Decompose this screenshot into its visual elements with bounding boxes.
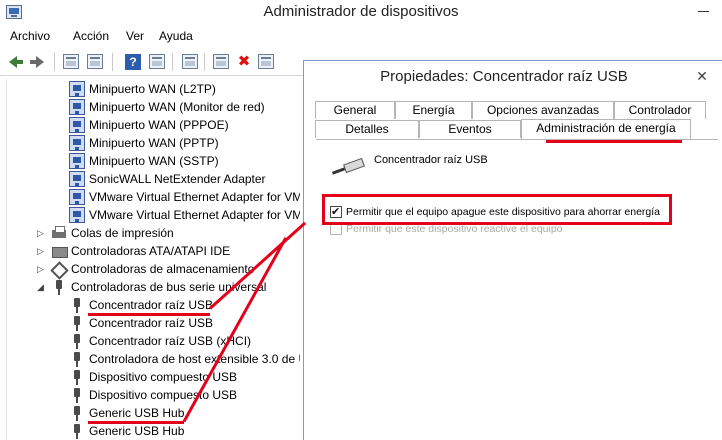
title-bar: Administrador de dispositivos xyxy=(0,0,722,26)
menu-archivo[interactable]: Archivo xyxy=(10,29,50,43)
tab-administracion-energia[interactable]: Administración de energía xyxy=(521,119,691,139)
tree-item[interactable]: Controladora de host extensible 3.0 de U xyxy=(69,350,300,368)
view-icon xyxy=(149,54,165,69)
tab-energia[interactable]: Energía xyxy=(395,101,472,119)
tree-item[interactable]: Dispositivo compuesto USB xyxy=(69,386,300,404)
back-button[interactable] xyxy=(8,53,26,71)
network-adapter-icon xyxy=(69,117,85,133)
usb-icon xyxy=(69,369,85,385)
tree-item[interactable]: Concentrador raíz USB (xHCI) xyxy=(69,332,300,350)
tree-item[interactable]: Dispositivo compuesto USB xyxy=(69,368,300,386)
underline-annotation xyxy=(88,421,184,424)
tab-opciones-avanzadas[interactable]: Opciones avanzadas xyxy=(472,101,614,119)
device-list-button[interactable] xyxy=(86,53,104,71)
tree-item[interactable]: Minipuerto WAN (L2TP) xyxy=(69,80,300,98)
view-button[interactable] xyxy=(148,53,166,71)
menu-bar: Archivo Acción Ver Ayuda xyxy=(0,27,722,47)
dialog-title: Propiedades: Concentrador raíz USB xyxy=(380,68,628,85)
tree-item[interactable]: Minipuerto WAN (SSTP) xyxy=(69,152,300,170)
properties-icon xyxy=(63,54,79,69)
usb-icon xyxy=(69,387,85,403)
window-title: Administrador de dispositivos xyxy=(263,3,459,20)
device-list-icon xyxy=(87,54,103,69)
expand-icon[interactable]: ▷ xyxy=(37,242,47,260)
close-icon: ✕ xyxy=(696,68,708,84)
usb-icon xyxy=(69,351,85,367)
usb-icon xyxy=(69,405,85,421)
usb-icon xyxy=(69,333,85,349)
toolbar-separator xyxy=(172,53,173,71)
usb-icon xyxy=(69,423,85,439)
monitor-button[interactable] xyxy=(181,53,199,71)
tab-panel xyxy=(316,139,718,440)
tree-item[interactable]: VMware Virtual Ethernet Adapter for VM xyxy=(69,188,300,206)
minimize-button[interactable] xyxy=(696,2,712,18)
tree-item[interactable]: Minipuerto WAN (PPTP) xyxy=(69,134,300,152)
tab-eventos[interactable]: Eventos xyxy=(419,120,521,138)
forward-icon xyxy=(30,56,44,68)
monitor-icon xyxy=(182,54,198,69)
printer-icon xyxy=(51,225,67,241)
scan-hardware-button[interactable] xyxy=(257,53,275,71)
tab-general[interactable]: General xyxy=(315,101,395,119)
tree-item[interactable]: Generic USB Hub xyxy=(69,422,300,440)
usb-icon xyxy=(69,315,85,331)
highlight-box xyxy=(322,194,672,225)
tree-item-usb-root-hub[interactable]: Concentrador raíz USB xyxy=(69,296,300,314)
close-button[interactable]: ✕ xyxy=(688,66,716,86)
tree-item[interactable]: Concentrador raíz USB xyxy=(69,314,300,332)
tree-item[interactable]: SonicWALL NetExtender Adapter xyxy=(69,170,300,188)
tree-item[interactable]: Minipuerto WAN (Monitor de red) xyxy=(69,98,300,116)
toolbar-separator xyxy=(204,53,205,71)
menu-ver[interactable]: Ver xyxy=(126,29,144,43)
properties-dialog: Propiedades: Concentrador raíz USB ✕ Gen… xyxy=(303,60,722,440)
expand-icon[interactable]: ▷ xyxy=(37,260,47,278)
usb-icon xyxy=(69,297,85,313)
usb-icon xyxy=(51,279,67,295)
device-tree[interactable]: Minipuerto WAN (L2TP) Minipuerto WAN (Mo… xyxy=(6,79,300,440)
device-name: Concentrador raíz USB xyxy=(374,154,488,166)
toolbar-separator xyxy=(54,53,55,71)
network-adapter-icon xyxy=(69,135,85,151)
menu-ayuda[interactable]: Ayuda xyxy=(159,29,193,43)
update-driver-button[interactable] xyxy=(212,53,230,71)
underline-annotation xyxy=(546,140,682,143)
network-adapter-icon xyxy=(69,153,85,169)
tab-controlador[interactable]: Controlador xyxy=(614,101,706,119)
network-adapter-icon xyxy=(69,81,85,97)
help-icon: ? xyxy=(125,54,141,70)
network-adapter-icon xyxy=(69,99,85,115)
collapse-icon[interactable]: ◢ xyxy=(37,278,47,296)
uninstall-icon: ✖ xyxy=(237,53,251,70)
help-button[interactable]: ? xyxy=(124,53,142,71)
tree-item[interactable]: Minipuerto WAN (PPPOE) xyxy=(69,116,300,134)
properties-button[interactable] xyxy=(62,53,80,71)
menu-accion[interactable]: Acción xyxy=(73,29,109,43)
update-driver-icon xyxy=(213,54,229,69)
tree-category[interactable]: ▷ Colas de impresión xyxy=(37,224,300,242)
network-adapter-icon xyxy=(69,207,85,223)
expand-icon[interactable]: ▷ xyxy=(37,224,47,242)
disk-controller-icon xyxy=(51,243,68,259)
tab-detalles[interactable]: Detalles xyxy=(315,120,419,138)
toolbar-separator xyxy=(112,53,113,71)
tree-item[interactable]: VMware Virtual Ethernet Adapter for VM xyxy=(69,206,300,224)
scan-hardware-icon xyxy=(258,54,274,69)
usb-cable-icon xyxy=(331,155,365,179)
uninstall-button[interactable]: ✖ xyxy=(235,53,253,71)
back-icon xyxy=(9,56,23,68)
storage-icon xyxy=(51,261,67,277)
network-adapter-icon xyxy=(69,189,85,205)
underline-annotation xyxy=(88,313,210,316)
network-adapter-icon xyxy=(69,171,85,187)
forward-button[interactable] xyxy=(28,53,46,71)
